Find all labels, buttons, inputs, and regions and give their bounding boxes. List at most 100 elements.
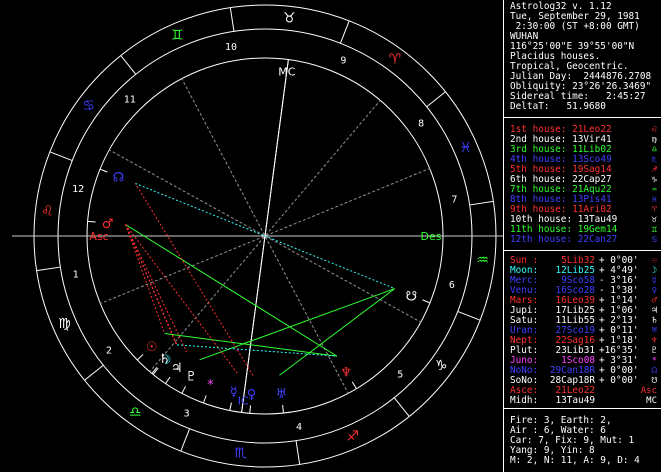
planet-glyph-icon: Asc — [640, 386, 657, 396]
planet-name: Midh: — [510, 395, 539, 406]
planet-tick — [422, 299, 431, 304]
sign-divider — [457, 310, 481, 321]
planet-tick — [181, 386, 187, 394]
house-sign-icon: ♒ — [651, 185, 657, 195]
sign-divider — [36, 266, 61, 272]
planet-glyph-icon: ☋ — [406, 289, 418, 304]
house-number: 5 — [397, 370, 403, 381]
zodiac-sign-icon: ♒ — [476, 252, 489, 268]
house-sign-icon: ♉ — [651, 215, 657, 225]
house-number: 12 — [72, 184, 84, 195]
house-number: 6 — [449, 280, 455, 291]
house-sign-icon: ♐ — [651, 165, 657, 175]
divider — [504, 250, 661, 251]
sign-divider — [426, 91, 446, 108]
planet-glyph-icon: ☋ — [651, 376, 657, 386]
planet-glyph-icon: ♀ — [247, 387, 257, 402]
planet-tick — [99, 168, 108, 173]
planet-glyph-icon: MC — [646, 396, 657, 406]
midheaven-label: MC — [278, 65, 295, 78]
house-number: 10 — [225, 42, 237, 53]
sign-divider — [469, 200, 494, 206]
house-number: 3 — [184, 408, 190, 419]
planet-glyph-icon: ♂ — [651, 296, 657, 306]
planet-tick — [165, 376, 171, 384]
planet-tick — [136, 354, 144, 361]
planet-glyph-icon: ♄ — [651, 316, 657, 326]
zodiac-sign-icon: ♍ — [58, 316, 71, 332]
aspect-line — [125, 224, 166, 334]
aspect-line — [199, 288, 395, 361]
aspect-lines — [87, 168, 431, 414]
house-number: 4 — [296, 422, 302, 433]
zodiac-sign-icon: ♏ — [234, 446, 247, 462]
aspect-line — [125, 224, 178, 346]
planet-glyph-icon: ☉ — [651, 256, 657, 266]
planet-tick — [249, 405, 251, 414]
sign-divider — [229, 7, 235, 32]
house-sign-icon: ♏ — [651, 155, 657, 165]
planet-glyph-icon: ♅ — [276, 387, 288, 402]
house-sign-icon: ♎ — [651, 145, 657, 155]
planet-glyph-icon: ☊ — [113, 171, 125, 186]
house-sign-icon: ♓ — [651, 195, 657, 205]
aspect-line — [125, 224, 238, 374]
planet-glyph-icon: ♂ — [102, 217, 114, 232]
sign-divider — [339, 20, 350, 44]
planet-position: 13Tau49 — [555, 395, 595, 406]
descendant-label: Des — [421, 230, 442, 243]
planet-glyph-icon: ♇ — [185, 370, 197, 385]
planet-glyph-icon: ♇ — [651, 346, 657, 356]
planet-glyph-icon: ☿ — [230, 385, 238, 400]
planet-speed: + 0°00' — [599, 375, 639, 386]
aspect-line — [279, 288, 396, 376]
zodiac-sign-icon: ♊ — [171, 27, 184, 43]
divider — [504, 408, 661, 409]
zodiac-sign-icon: ♌ — [41, 204, 54, 220]
planet-glyph-icon: * — [651, 356, 657, 366]
planet-glyph-icon: ☊ — [651, 366, 657, 376]
house-number: 11 — [124, 94, 136, 105]
planet-glyph-icon: ♀ — [651, 286, 657, 296]
house-sign-icon: ♌ — [651, 125, 657, 135]
zodiac-sign-icon: ♉ — [283, 10, 296, 26]
house-row: 12th house: 22Can27 — [510, 235, 617, 245]
zodiac-sign-icon: ♓ — [459, 140, 472, 156]
house-number: 7 — [451, 195, 457, 206]
house-sign-icon: ♋ — [651, 235, 657, 245]
house-sign-icon: ♈ — [651, 205, 657, 215]
house-sign-icon: ♍ — [651, 135, 657, 145]
sign-divider — [84, 364, 104, 381]
house-sign-icon: ♊ — [651, 225, 657, 235]
sign-divider — [180, 428, 191, 452]
planet-glyph-icon: ☿ — [651, 276, 657, 286]
planet-glyph-icon: ♄ — [159, 352, 171, 367]
house-cusp-value: 22Can27 — [577, 234, 618, 245]
planet-tick — [202, 395, 207, 404]
zodiac-sign-icon: ♑ — [435, 358, 448, 374]
planet-tick — [87, 220, 96, 223]
zodiac-sign-icon: ♐ — [347, 429, 360, 445]
planet-glyph-icon: * — [207, 378, 214, 393]
sign-divider — [120, 55, 137, 75]
planet-glyph-icon: ♃ — [171, 361, 183, 376]
divider — [504, 117, 661, 118]
sign-divider — [393, 397, 410, 417]
planet-glyph-icon: ☉ — [146, 340, 158, 355]
planet-glyph-icon: ♆ — [651, 336, 657, 346]
summary-line: M: 2, N: 11, A: 9, D: 4 — [510, 455, 640, 466]
zodiac-sign-icon: ♎ — [129, 404, 142, 420]
planet-glyph-icon: ♃ — [651, 306, 657, 316]
planet-tick — [351, 381, 357, 389]
planet-row: Midh: 13Tau49 — [510, 396, 599, 406]
chart-wheel: ♌♋♊♉♈♓♒♑♐♏♎♍123456789101112Asc DesMCIC☉☽☿… — [12, 4, 503, 468]
sign-divider — [295, 440, 301, 465]
house-number: 8 — [418, 119, 424, 130]
house-number: 1 — [73, 269, 79, 280]
delta-t: DeltaT: 51.9680 — [510, 101, 606, 112]
planet-tick — [282, 405, 284, 414]
planet-glyph-icon: ♆ — [340, 366, 352, 381]
chart-info-panel: Astrolog32 v. 1.12 Tue, September 29, 19… — [503, 0, 661, 472]
house-sign-icon: ♑ — [651, 175, 657, 185]
zodiac-sign-icon: ♋ — [82, 98, 95, 114]
